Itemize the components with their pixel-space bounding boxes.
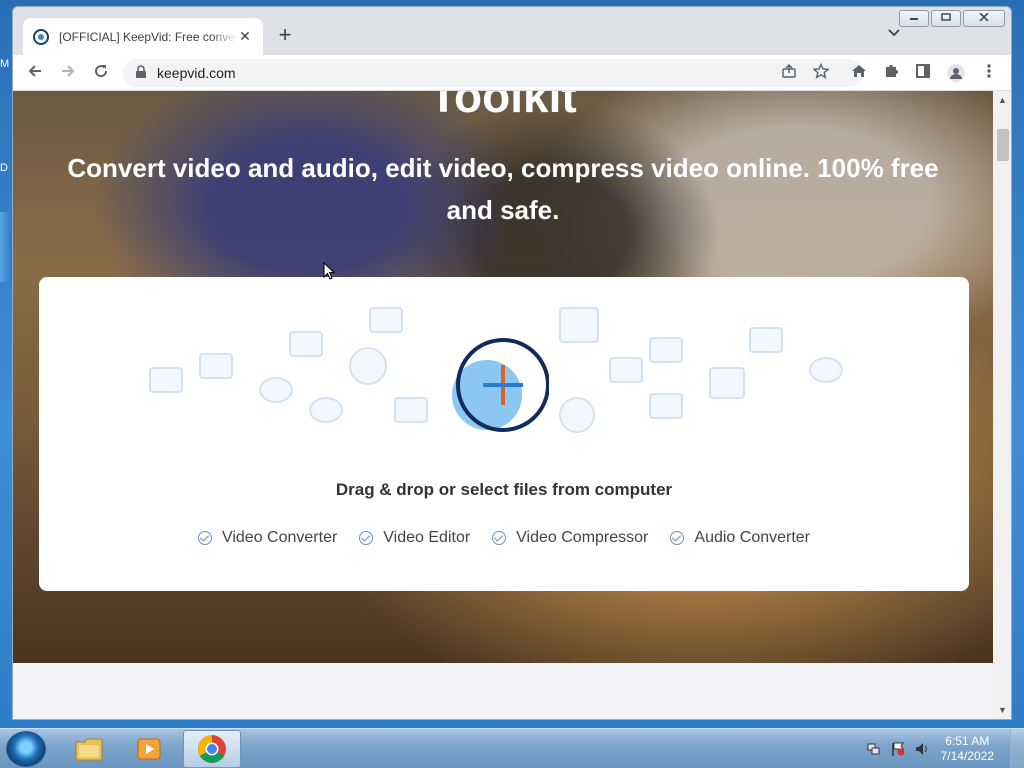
feature-audio-converter: Audio Converter bbox=[670, 529, 810, 547]
window-controls bbox=[899, 10, 1005, 27]
side-panel-icon[interactable] bbox=[913, 63, 933, 83]
reload-icon[interactable] bbox=[91, 63, 111, 83]
feature-video-editor: Video Editor bbox=[359, 529, 470, 547]
address-bar[interactable]: keepvid.com bbox=[123, 59, 863, 87]
title-bar: [OFFICIAL] KeepVid: Free convert ✕ + bbox=[13, 7, 1011, 55]
page-viewport: Toolkit Convert video and audio, edit vi… bbox=[13, 91, 993, 719]
puzzle-icon[interactable] bbox=[881, 63, 901, 83]
taskbar: 6:51 AM 7/14/2022 bbox=[0, 728, 1024, 768]
check-circle-icon bbox=[670, 531, 685, 545]
close-window-button[interactable] bbox=[963, 10, 1005, 27]
feature-label: Audio Converter bbox=[694, 529, 811, 546]
feature-list: Video Converter Video Editor Video Compr… bbox=[39, 529, 969, 547]
maximize-button[interactable] bbox=[931, 10, 961, 27]
network-icon[interactable] bbox=[866, 741, 882, 757]
minimize-button[interactable] bbox=[899, 10, 929, 27]
upload-card[interactable]: Drag & drop or select files from compute… bbox=[39, 277, 969, 591]
plus-icon bbox=[452, 338, 550, 432]
profile-icon[interactable] bbox=[946, 63, 966, 83]
feature-video-converter: Video Converter bbox=[197, 529, 338, 547]
clock-date: 7/14/2022 bbox=[940, 749, 994, 763]
clock-time: 6:51 AM bbox=[945, 734, 990, 748]
chrome-icon bbox=[198, 735, 226, 763]
keepvid-favicon-icon bbox=[33, 28, 49, 45]
new-tab-button[interactable]: + bbox=[273, 24, 297, 48]
scroll-up-arrow-icon[interactable]: ▲ bbox=[998, 95, 1007, 105]
back-arrow-icon[interactable] bbox=[25, 63, 45, 83]
tab-search-chevron-icon[interactable] bbox=[885, 26, 903, 44]
tab-title: [OFFICIAL] KeepVid: Free convert bbox=[59, 29, 237, 44]
tab-close-icon[interactable]: ✕ bbox=[237, 28, 253, 45]
check-circle-icon bbox=[197, 531, 212, 545]
taskbar-media-player[interactable] bbox=[120, 730, 178, 768]
check-circle-icon bbox=[492, 531, 507, 545]
action-center-flag-icon[interactable] bbox=[890, 741, 906, 757]
vertical-scrollbar[interactable]: ▲ ▼ bbox=[993, 91, 1011, 719]
folder-icon bbox=[75, 738, 103, 761]
star-icon[interactable] bbox=[811, 62, 831, 83]
feature-label: Video Compressor bbox=[516, 529, 649, 546]
desktop-icon-partial-2[interactable]: D bbox=[0, 162, 10, 178]
hero-title: Toolkit bbox=[429, 91, 577, 122]
desktop-edge-strip bbox=[0, 212, 12, 282]
forward-arrow-icon[interactable] bbox=[58, 63, 78, 83]
volume-icon[interactable] bbox=[914, 741, 930, 757]
add-file-button[interactable] bbox=[449, 337, 550, 437]
taskbar-explorer[interactable] bbox=[60, 730, 118, 768]
hero-section: Toolkit Convert video and audio, edit vi… bbox=[13, 91, 993, 663]
desktop-icon-partial[interactable]: M bbox=[0, 58, 10, 74]
scroll-thumb[interactable] bbox=[997, 129, 1009, 161]
url-text: keepvid.com bbox=[157, 65, 236, 81]
browser-toolbar: keepvid.com bbox=[13, 55, 1011, 91]
taskbar-chrome[interactable] bbox=[183, 730, 241, 768]
scroll-down-arrow-icon[interactable]: ▼ bbox=[998, 705, 1007, 715]
tab-keepvid[interactable]: [OFFICIAL] KeepVid: Free convert ✕ bbox=[23, 18, 263, 55]
check-circle-icon bbox=[359, 531, 374, 545]
kebab-menu-icon[interactable] bbox=[979, 63, 999, 83]
mouse-cursor-icon bbox=[323, 262, 335, 280]
system-clock[interactable]: 6:51 AM 7/14/2022 bbox=[941, 734, 994, 764]
drop-instruction[interactable]: Drag & drop or select files from compute… bbox=[39, 480, 969, 500]
start-button[interactable] bbox=[6, 731, 46, 767]
feature-label: Video Converter bbox=[221, 529, 338, 546]
show-desktop-button[interactable] bbox=[1010, 729, 1024, 768]
home-icon[interactable] bbox=[849, 63, 869, 83]
lock-icon bbox=[136, 65, 146, 78]
browser-window: [OFFICIAL] KeepVid: Free convert ✕ + kee… bbox=[12, 6, 1012, 720]
feature-video-compressor: Video Compressor bbox=[492, 529, 648, 547]
media-player-icon bbox=[137, 738, 161, 760]
hero-subtitle: Convert video and audio, edit video, com… bbox=[67, 153, 939, 225]
feature-label: Video Editor bbox=[383, 529, 471, 546]
share-icon[interactable] bbox=[779, 63, 799, 83]
